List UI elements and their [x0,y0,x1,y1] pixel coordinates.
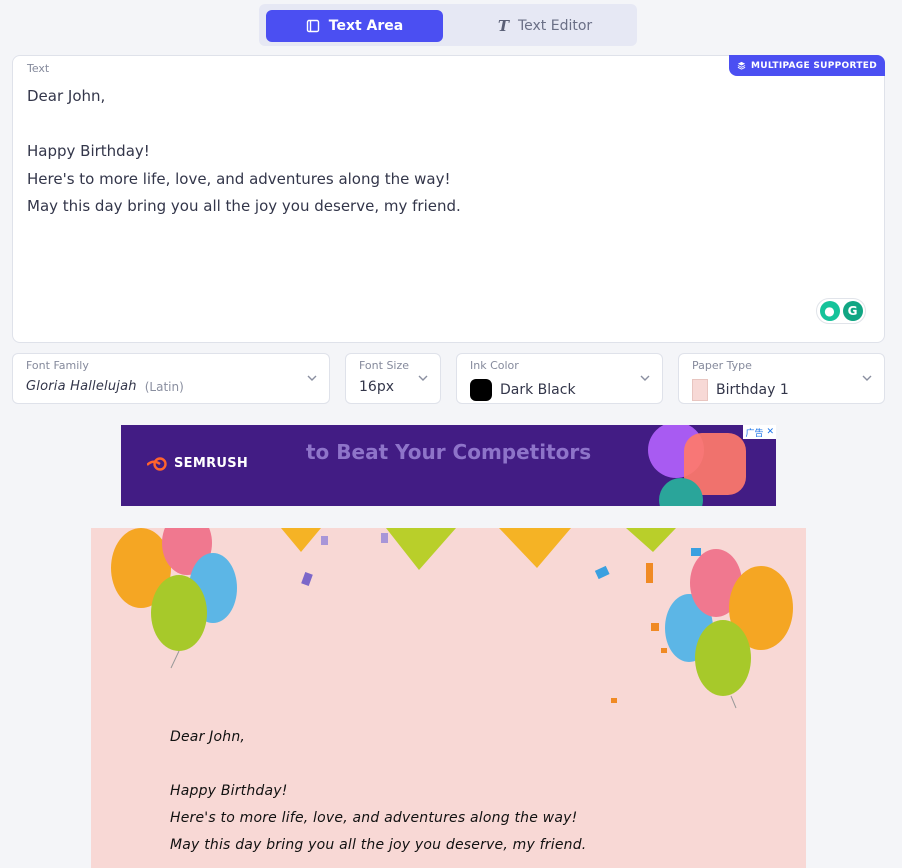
bulb-icon[interactable]: ● [819,301,840,321]
chevron-down-icon [640,375,650,381]
font-family-script: (Latin) [144,379,184,394]
text-input-card[interactable]: Text MULTIPAGE SUPPORTED Dear John, Happ… [12,55,885,343]
chevron-down-icon [862,375,872,381]
ad-decoration [648,425,746,506]
tab-label: Text Area [328,18,404,34]
letter-preview: Dear John, Happy Birthday! Here's to mor… [91,528,806,868]
semrush-logo-icon [147,456,167,471]
ad-brand: SEMRUSH [147,456,248,471]
ad-banner[interactable]: SEMRUSH to Beat Your Competitors 广告 ✕ [121,425,776,506]
font-size-select[interactable]: Font Size 16px [345,353,441,404]
ad-close[interactable]: 广告 ✕ [743,425,776,439]
ink-color-value: Dark Black [500,382,576,398]
grammarly-icon[interactable]: G [842,301,863,321]
paper-type-value: Birthday 1 [716,382,789,398]
text-format-icon: T [497,17,509,35]
font-family-select[interactable]: Font Family Gloria Hallelujah (Latin) [12,353,330,404]
font-family-label: Font Family [26,359,89,372]
mode-tabs: Text Area T Text Editor [259,4,637,46]
balloons-decoration [111,528,793,709]
ad-headline: to Beat Your Competitors [306,440,592,464]
letter-text-input[interactable]: Dear John, Happy Birthday! Here's to mor… [27,83,870,221]
ad-brand-name: SEMRUSH [174,456,249,471]
writing-assistant[interactable]: ● G [816,298,866,324]
font-size-value: 16px [359,379,394,395]
chevron-down-icon [418,375,428,381]
paper-type-select[interactable]: Paper Type Birthday 1 [678,353,885,404]
paper-type-label: Paper Type [692,359,752,372]
tab-label: Text Editor [517,18,593,34]
close-icon[interactable]: ✕ [766,427,774,437]
font-size-label: Font Size [359,359,410,372]
paper-thumbnail [692,379,708,401]
multipage-label: MULTIPAGE SUPPORTED [750,60,877,71]
multipage-badge: MULTIPAGE SUPPORTED [728,55,885,76]
ad-badge: 广告 [745,428,764,439]
document-icon [306,19,319,33]
text-label: Text [27,62,50,75]
ink-color-select[interactable]: Ink Color Dark Black [456,353,663,404]
letter-handwritten-text: Dear John, Happy Birthday! Here's to mor… [170,729,587,853]
tab-text-area[interactable]: Text Area [266,10,443,42]
tab-text-editor[interactable]: T Text Editor [459,10,631,42]
ink-color-swatch [470,379,492,401]
font-family-value: Gloria Hallelujah [26,379,137,394]
ink-color-label: Ink Color [470,359,519,372]
layers-icon [737,61,746,70]
chevron-down-icon [307,375,317,381]
